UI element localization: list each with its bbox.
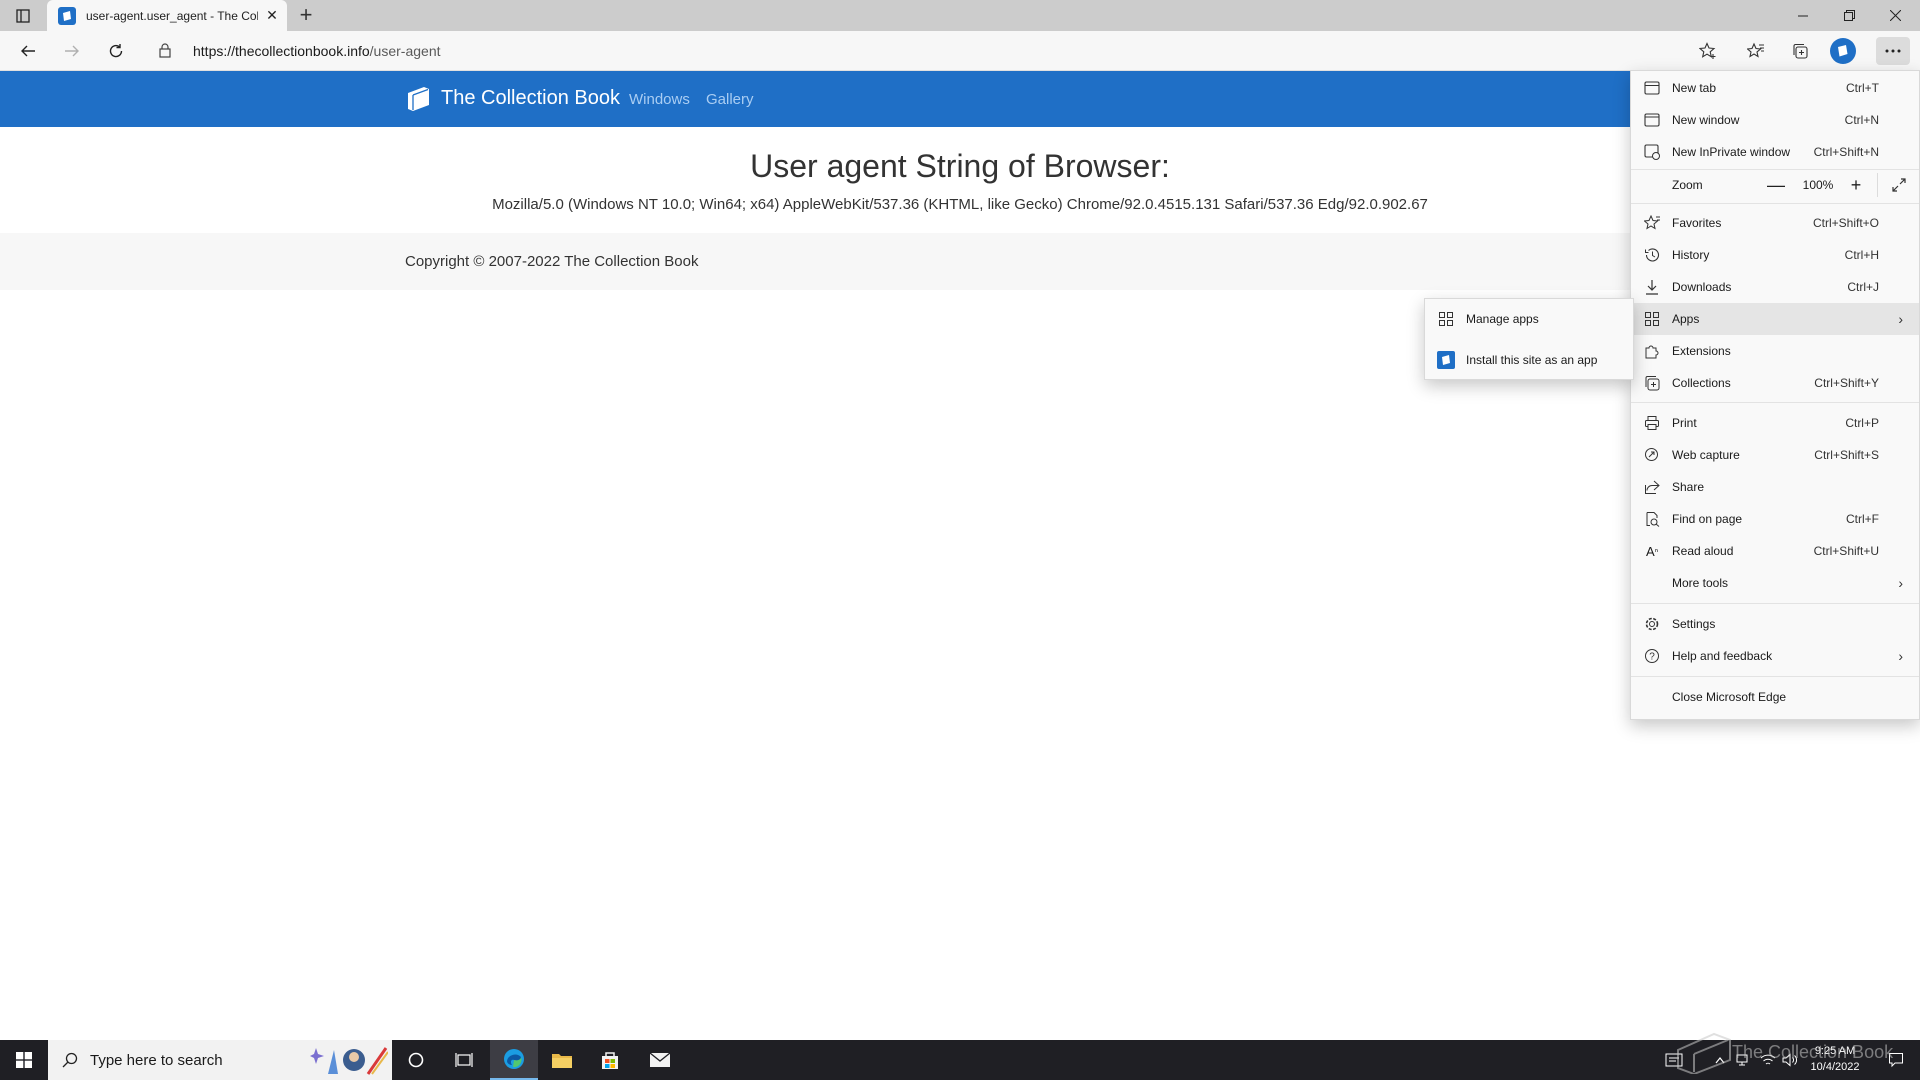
collections-menu-icon <box>1643 374 1661 392</box>
zoom-in-button[interactable]: + <box>1841 171 1871 199</box>
menu-item-web-capture[interactable]: Web capture Ctrl+Shift+S <box>1631 439 1919 471</box>
menu-item-favorites[interactable]: Favorites Ctrl+Shift+O <box>1631 207 1919 239</box>
browser-toolbar: https://thecollectionbook.info/user-agen… <box>0 31 1920 71</box>
lock-icon[interactable] <box>159 43 173 59</box>
help-question-icon: ? <box>1643 647 1661 665</box>
search-placeholder: Type here to search <box>90 1051 223 1069</box>
favorites-icon[interactable] <box>1742 37 1770 65</box>
collections-icon[interactable] <box>1786 37 1814 65</box>
watermark: The Collection Book <box>1668 1028 1920 1076</box>
fullscreen-icon[interactable] <box>1884 171 1914 199</box>
site-favicon-icon <box>1437 351 1455 369</box>
menu-item-new-tab[interactable]: New tab Ctrl+T <box>1631 72 1919 104</box>
submenu-item-manage-apps[interactable]: Manage apps <box>1425 300 1633 338</box>
menu-item-new-window[interactable]: New window Ctrl+N <box>1631 104 1919 136</box>
menu-item-extensions[interactable]: Extensions <box>1631 335 1919 367</box>
start-button[interactable] <box>0 1040 48 1080</box>
menu-item-more-tools[interactable]: More tools › <box>1631 567 1919 599</box>
close-window-icon[interactable] <box>1872 0 1918 31</box>
menu-item-settings[interactable]: Settings <box>1631 608 1919 640</box>
minimize-icon[interactable] <box>1780 0 1826 31</box>
menu-item-print[interactable]: Print Ctrl+P <box>1631 407 1919 439</box>
search-highlight-art-icon <box>310 1044 389 1076</box>
apps-grid-icon <box>1643 310 1661 328</box>
apps-submenu: Manage apps Install this site as an app <box>1424 298 1634 380</box>
add-favorite-star-icon[interactable] <box>1694 37 1722 65</box>
web-capture-icon <box>1643 446 1661 464</box>
address-bar[interactable]: https://thecollectionbook.info/user-agen… <box>147 36 1697 66</box>
browser-tab[interactable]: user-agent.user_agent - The Coll ✕ <box>47 0 287 31</box>
file-explorer-icon[interactable] <box>538 1040 586 1080</box>
forward-arrow-icon <box>58 37 86 65</box>
tab-strip: user-agent.user_agent - The Coll ✕ + <box>0 0 1920 31</box>
menu-item-new-inprivate-window[interactable]: New InPrivate window Ctrl+Shift+N <box>1631 136 1919 168</box>
settings-menu: New tab Ctrl+T New window Ctrl+N New InPri… <box>1630 70 1920 720</box>
site-brand-name: The Collection Book <box>441 86 620 109</box>
back-arrow-icon[interactable] <box>14 37 42 65</box>
zoom-level: 100% <box>1802 178 1834 192</box>
tab-title: user-agent.user_agent - The Coll <box>86 8 258 23</box>
url-text: https://thecollectionbook.info/user-agen… <box>193 43 441 59</box>
menu-zoom-row: Zoom — 100% + <box>1631 169 1919 201</box>
mail-icon[interactable] <box>636 1040 684 1080</box>
tab-close-icon[interactable]: ✕ <box>265 8 279 22</box>
gear-icon <box>1643 615 1661 633</box>
zoom-label: Zoom <box>1672 178 1703 192</box>
favorites-star-icon <box>1643 214 1661 232</box>
edge-taskbar-icon[interactable] <box>490 1040 538 1080</box>
chevron-right-icon: › <box>1898 575 1903 591</box>
tab-actions-icon[interactable] <box>9 5 37 27</box>
new-window-icon <box>1643 111 1661 129</box>
nav-link-windows[interactable]: Windows <box>629 91 690 108</box>
apps-grid-icon <box>1437 310 1455 328</box>
history-clock-icon <box>1643 246 1661 264</box>
zoom-out-button[interactable]: — <box>1761 171 1791 199</box>
new-tab-button[interactable]: + <box>294 4 318 28</box>
profile-avatar-icon[interactable] <box>1830 38 1856 64</box>
store-icon[interactable] <box>586 1040 634 1080</box>
search-icon <box>62 1052 78 1068</box>
nav-link-gallery[interactable]: Gallery <box>706 91 754 108</box>
menu-item-help-and-feedback[interactable]: ? Help and feedback › <box>1631 640 1919 672</box>
menu-item-downloads[interactable]: Downloads Ctrl+J <box>1631 271 1919 303</box>
watermark-text: The Collection Book <box>1732 1042 1894 1062</box>
cortana-icon[interactable] <box>392 1040 440 1080</box>
copyright-text: Copyright © 2007-2022 The Collection Boo… <box>405 253 699 270</box>
menu-item-share[interactable]: Share <box>1631 471 1919 503</box>
printer-icon <box>1643 414 1661 432</box>
find-on-page-icon <box>1643 510 1661 528</box>
inprivate-window-icon <box>1643 143 1661 161</box>
menu-item-collections[interactable]: Collections Ctrl+Shift+Y <box>1631 367 1919 399</box>
menu-item-close-edge[interactable]: Close Microsoft Edge <box>1631 681 1919 713</box>
chevron-right-icon: › <box>1898 311 1903 327</box>
site-brand[interactable]: The Collection Book <box>405 85 620 111</box>
submenu-item-install-site-as-app[interactable]: Install this site as an app <box>1425 341 1633 379</box>
chevron-right-icon: › <box>1898 648 1903 664</box>
svg-text:?: ? <box>1649 652 1655 663</box>
share-icon <box>1643 478 1661 496</box>
task-view-icon[interactable] <box>440 1040 488 1080</box>
tab-favicon-icon <box>58 6 76 25</box>
download-icon <box>1643 278 1661 296</box>
windows-taskbar: Type here to search 9:25 AM 10/4/2022 <box>0 1040 1920 1080</box>
new-tab-icon <box>1643 79 1661 97</box>
settings-and-more-button[interactable] <box>1876 37 1910 65</box>
refresh-icon[interactable] <box>102 37 130 65</box>
taskbar-search-box[interactable]: Type here to search <box>48 1040 392 1080</box>
menu-item-read-aloud[interactable]: Aⁿ Read aloud Ctrl+Shift+U <box>1631 535 1919 567</box>
extensions-puzzle-icon <box>1643 342 1661 360</box>
restore-icon[interactable] <box>1826 0 1872 31</box>
menu-item-find-on-page[interactable]: Find on page Ctrl+F <box>1631 503 1919 535</box>
menu-item-apps[interactable]: Apps › <box>1631 303 1919 335</box>
menu-item-history[interactable]: History Ctrl+H <box>1631 239 1919 271</box>
book-logo-icon <box>405 85 433 111</box>
read-aloud-icon: Aⁿ <box>1646 543 1658 559</box>
